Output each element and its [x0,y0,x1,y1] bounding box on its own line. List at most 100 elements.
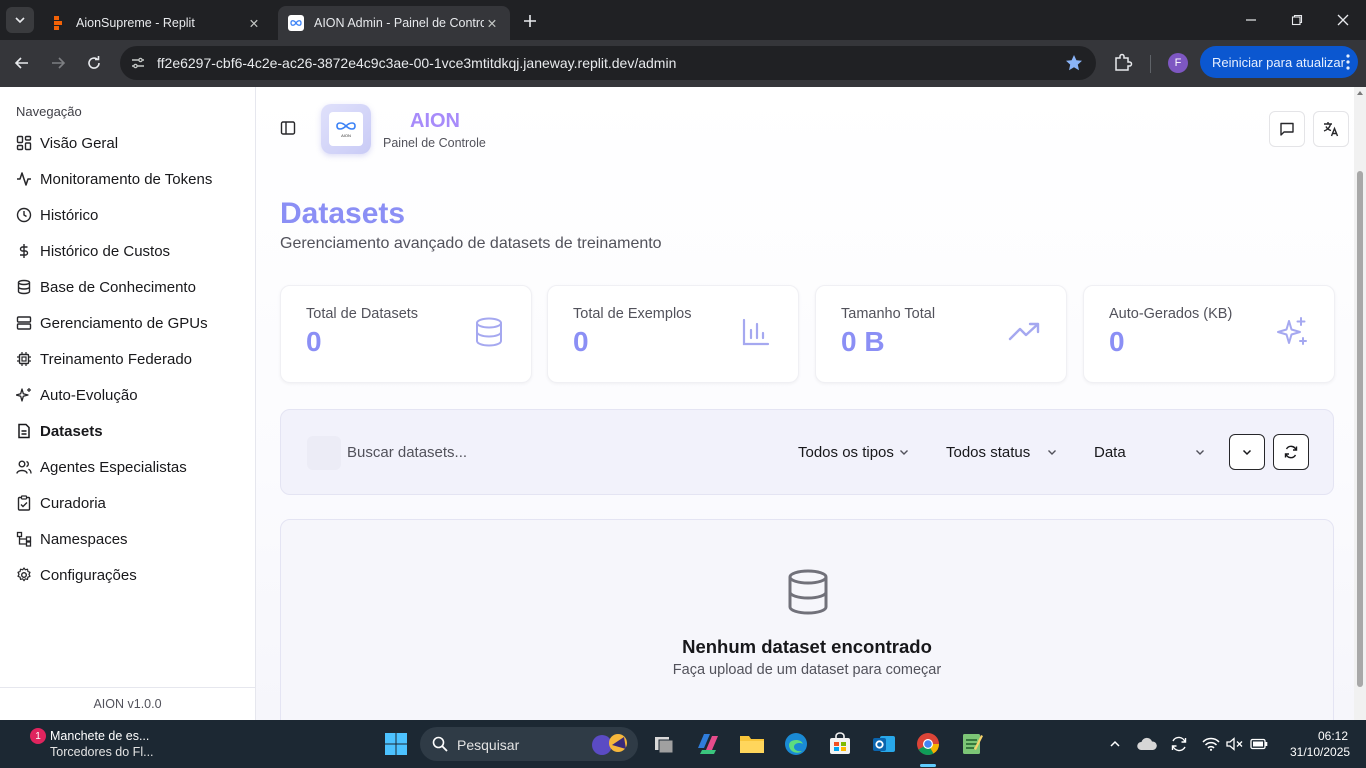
filter-bar: Buscar datasets... Todos os tipos Todos … [280,409,1334,495]
stat-card-total-exemplos: Total de Exemplos 0 [547,285,799,383]
refresh-button[interactable] [1273,434,1309,470]
store-app[interactable] [826,730,854,758]
update-browser-button[interactable]: Reiniciar para atualizar [1200,46,1358,78]
tab-search-button[interactable] [6,7,34,33]
logo-text: AION [341,133,351,138]
scroll-up-icon[interactable] [1357,91,1363,95]
site-info-icon[interactable] [130,55,146,71]
volume-tray[interactable] [1222,730,1248,758]
search-icon [307,436,341,470]
sidebar-item-visao-geral[interactable]: Visão Geral [16,132,118,154]
chevron-down-icon [1242,449,1252,456]
sidebar-item-agentes-especialistas[interactable]: Agentes Especialistas [16,456,187,478]
m365-app[interactable] [694,730,722,758]
new-tab-button[interactable] [518,10,542,32]
network-icon [16,531,32,547]
tab-aion-admin[interactable]: AION Admin - Painel de Controle ✕ [278,6,510,40]
battery-tray[interactable] [1246,730,1272,758]
page-scrollbar[interactable] [1354,87,1366,720]
show-hidden-icons-button[interactable] [1102,730,1128,758]
minimize-button[interactable] [1228,0,1274,40]
sidebar-item-label: Curadoria [40,494,106,512]
update-button-label: Reiniciar para atualizar [1212,54,1345,70]
sidebar-item-auto-evolucao[interactable]: Auto-Evolução [16,384,138,406]
profile-avatar[interactable]: F [1168,53,1188,73]
sidebar-item-treinamento-federado[interactable]: Treinamento Federado [16,348,192,370]
news-subline: Torcedores do Fl... [50,745,154,759]
close-icon [1337,14,1349,26]
stat-card-tamanho-total: Tamanho Total 0 B [815,285,1067,383]
start-button[interactable] [382,730,410,758]
bookmark-star-icon[interactable] [1064,53,1084,73]
tab-aionsupreme[interactable]: AionSupreme - Replit ✕ [40,6,272,40]
reload-button[interactable] [80,50,108,76]
sidebar-item-curadoria[interactable]: Curadoria [16,492,106,514]
url-text: ff2e6297-cbf6-4c2e-ac26-3872e4c9c3ae-00-… [157,55,677,71]
clipboard-check-icon [16,495,32,511]
status-select[interactable]: Todos status [946,440,1058,464]
clock-date[interactable]: 31/10/2025 [1290,745,1350,759]
sidebar-group-label: Navegação [16,104,82,119]
sidebar-item-label: Auto-Evolução [40,386,138,404]
sidebar-item-gerenciamento-gpus[interactable]: Gerenciamento de GPUs [16,312,208,334]
search-highlight-icon [592,734,627,755]
search-input[interactable]: Buscar datasets... [305,434,775,472]
wifi-tray[interactable] [1198,730,1224,758]
sort-select[interactable]: Data [1094,440,1206,464]
scrollbar-thumb[interactable] [1357,171,1363,687]
sidebar-item-namespaces[interactable]: Namespaces [16,528,128,550]
sparkles-icon [1276,316,1308,348]
empty-state-card: Nenhum dataset encontrado Faça upload de… [280,519,1334,720]
language-button[interactable] [1313,111,1349,147]
outlook-app[interactable] [870,730,898,758]
address-bar[interactable]: ff2e6297-cbf6-4c2e-ac26-3872e4c9c3ae-00-… [120,46,1096,80]
sidebar-item-datasets[interactable]: Datasets [16,420,103,442]
stat-card-auto-gerados: Auto-Gerados (KB) 0 [1083,285,1335,383]
forward-button[interactable] [44,50,72,76]
sidebar-toggle-button[interactable] [280,120,296,136]
close-icon[interactable]: ✕ [246,15,262,31]
edge-app[interactable] [782,730,810,758]
clock-time[interactable]: 06:12 [1306,729,1348,743]
type-select[interactable]: Todos os tipos [798,440,910,464]
sidebar-item-historico[interactable]: Histórico [16,204,98,226]
sync-tray[interactable] [1166,730,1192,758]
windows-taskbar: 1 Manchete de es... Torcedores do Fl... … [0,720,1366,768]
stat-label: Tamanho Total [841,306,936,322]
onedrive-tray[interactable] [1134,730,1160,758]
news-widget[interactable]: 1 Manchete de es... Torcedores do Fl... [24,726,194,762]
close-window-button[interactable] [1320,0,1366,40]
active-app-indicator [920,764,936,767]
sidebar-item-historico-custos[interactable]: Histórico de Custos [16,240,170,262]
sort-order-button[interactable] [1229,434,1265,470]
browser-tab-bar: AionSupreme - Replit ✕ AION Admin - Pain… [0,0,1366,40]
more-menu-icon[interactable] [1346,53,1350,74]
sidebar-item-base-conhecimento[interactable]: Base de Conhecimento [16,276,196,298]
extensions-button[interactable] [1112,52,1136,76]
file-explorer-app[interactable] [738,730,766,758]
file-icon [16,423,32,439]
task-view-button[interactable] [651,730,679,758]
sidebar-item-label: Agentes Especialistas [40,458,187,476]
sidebar-item-label: Histórico de Custos [40,242,171,260]
stat-value: 0 B [841,326,885,357]
close-icon[interactable]: ✕ [484,15,500,31]
back-button[interactable] [8,50,36,76]
restore-button[interactable] [1274,0,1320,40]
sidebar-item-configuracoes[interactable]: Configurações [16,564,137,586]
sidebar-item-label: Treinamento Federado [40,350,193,368]
search-placeholder: Buscar datasets... [347,444,468,461]
sidebar-item-monitoramento-tokens[interactable]: Monitoramento de Tokens [16,168,212,190]
task-view-icon [655,737,674,754]
taskbar-search[interactable]: Pesquisar [420,727,638,761]
stat-card-total-datasets: Total de Datasets 0 [280,285,532,383]
infinity-logo-icon [336,122,356,130]
edge-icon [785,733,807,755]
chrome-app[interactable] [914,730,942,758]
notepad-app[interactable] [958,730,986,758]
replit-favicon-icon [50,15,66,31]
chat-button[interactable] [1269,111,1305,147]
sidebar-item-label: Datasets [40,422,103,440]
wifi-icon [1202,737,1220,751]
restore-icon [1291,14,1303,26]
